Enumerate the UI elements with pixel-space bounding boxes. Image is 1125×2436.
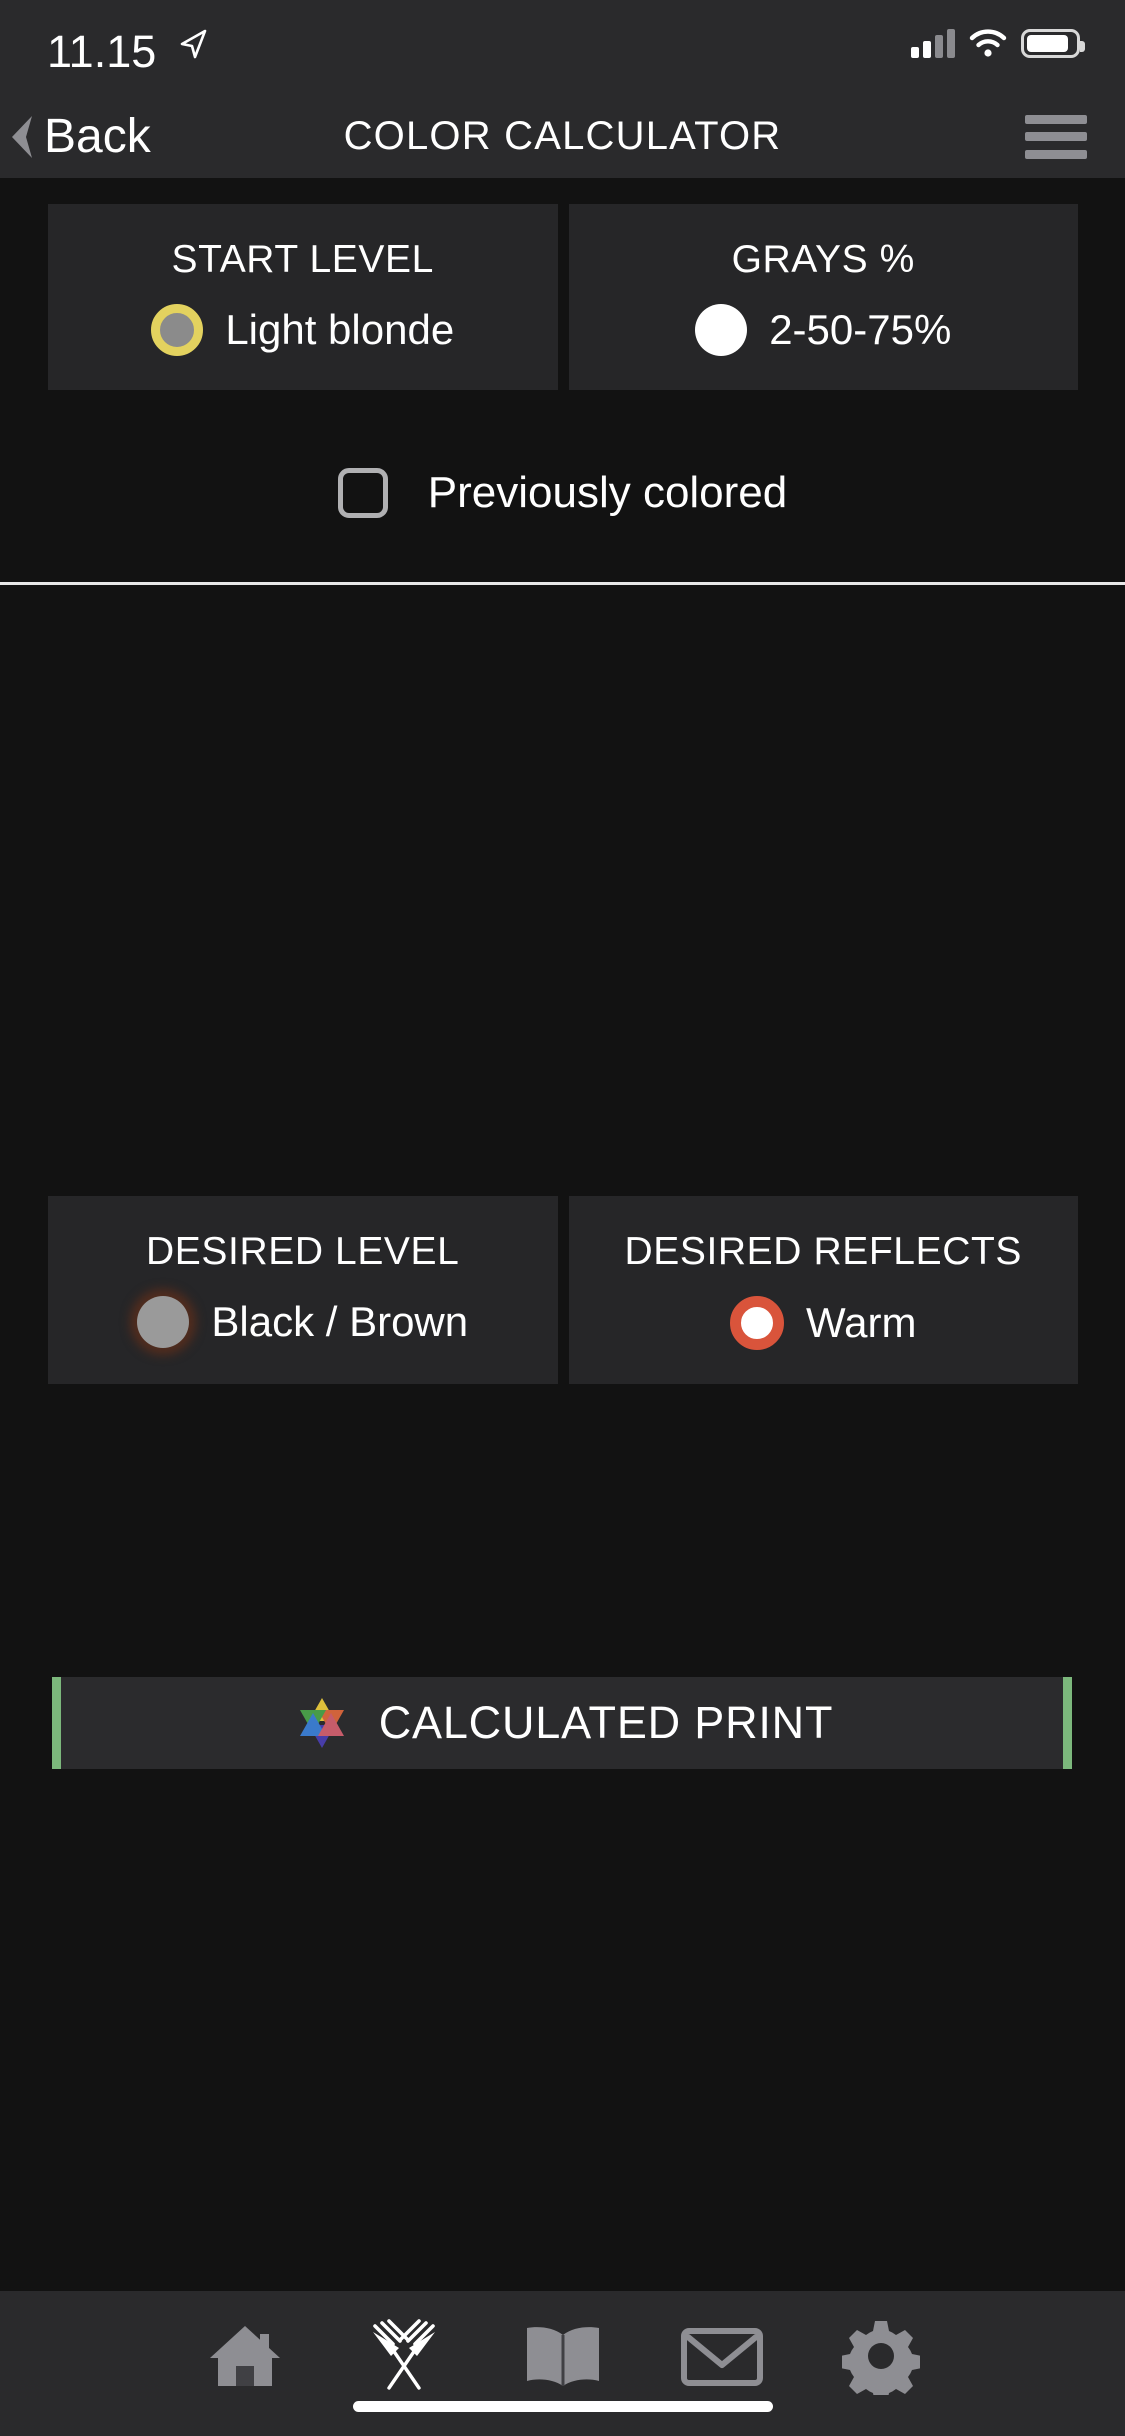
back-button[interactable]: Back	[0, 95, 151, 178]
main-content: START LEVEL Light blonde GRAYS % 2-50-75…	[0, 178, 1125, 2436]
status-bar: 11.15	[0, 0, 1125, 95]
start-level-card[interactable]: START LEVEL Light blonde	[48, 204, 558, 390]
color-star-icon	[299, 1698, 344, 1748]
home-indicator	[352, 2401, 773, 2412]
calculated-print-button[interactable]: CALCULATED PRINT	[52, 1677, 1072, 1769]
desired-level-value-row: Black / Brown	[137, 1296, 468, 1348]
hamburger-menu-icon[interactable]	[1025, 114, 1087, 159]
previously-colored-row[interactable]: Previously colored	[0, 468, 1125, 518]
tab-home[interactable]	[182, 2306, 307, 2406]
page-title: COLOR CALCULATOR	[343, 114, 782, 158]
back-button-label: Back	[44, 110, 151, 163]
desired-reflects-title: DESIRED REFLECTS	[624, 1230, 1022, 1273]
previously-colored-checkbox[interactable]	[337, 468, 388, 518]
crossed-brushes-icon	[372, 2318, 435, 2390]
start-level-title: START LEVEL	[171, 238, 434, 281]
gear-icon	[841, 2320, 920, 2395]
desired-level-title: DESIRED LEVEL	[146, 1230, 460, 1273]
grays-percent-value: 2-50-75%	[769, 306, 952, 353]
grays-percent-card[interactable]: GRAYS % 2-50-75%	[568, 204, 1078, 390]
mail-icon	[680, 2327, 763, 2386]
calculated-print-label: CALCULATED PRINT	[378, 1697, 834, 1748]
calculated-print-inner: CALCULATED PRINT	[291, 1692, 834, 1754]
status-indicators	[911, 28, 1085, 58]
home-icon	[209, 2325, 280, 2386]
black-brown-swatch	[137, 1296, 190, 1348]
grays-percent-value-row: 2-50-75%	[695, 304, 951, 356]
app-screen: 11.15 Back COLOR CALCULATOR START LEVEL …	[0, 0, 1125, 2436]
section-divider	[0, 582, 1125, 585]
light-blonde-swatch	[151, 304, 204, 356]
desired-reflects-card[interactable]: DESIRED REFLECTS Warm	[568, 1196, 1078, 1384]
warm-swatch	[730, 1296, 785, 1350]
tab-settings[interactable]	[818, 2306, 943, 2406]
desired-level-card[interactable]: DESIRED LEVEL Black / Brown	[48, 1196, 558, 1384]
book-icon	[526, 2326, 599, 2386]
previously-colored-label: Previously colored	[427, 468, 788, 517]
desired-reflects-value: Warm	[806, 1299, 917, 1346]
grays-percent-title: GRAYS %	[731, 238, 915, 281]
tab-mail[interactable]	[659, 2306, 784, 2406]
bottom-tab-bar	[0, 2291, 1125, 2436]
start-level-value-row: Light blonde	[151, 304, 454, 356]
desired-selection-row: DESIRED LEVEL Black / Brown DESIRED REFL…	[48, 1196, 1078, 1384]
chevron-left-icon	[12, 115, 32, 158]
desired-reflects-value-row: Warm	[730, 1296, 916, 1350]
status-time: 11.15	[47, 26, 157, 77]
grays-percent-swatch	[695, 304, 748, 356]
desired-level-value: Black / Brown	[211, 1298, 469, 1345]
cellular-signal-icon	[911, 28, 955, 58]
start-selection-row: START LEVEL Light blonde GRAYS % 2-50-75…	[48, 204, 1078, 390]
tab-tools[interactable]	[341, 2306, 466, 2406]
location-arrow-icon	[180, 29, 207, 59]
start-level-value: Light blonde	[225, 306, 455, 353]
tab-guide[interactable]	[500, 2306, 625, 2406]
navigation-bar: Back COLOR CALCULATOR	[0, 95, 1125, 178]
wifi-icon	[969, 29, 1007, 57]
battery-icon	[1021, 28, 1085, 58]
